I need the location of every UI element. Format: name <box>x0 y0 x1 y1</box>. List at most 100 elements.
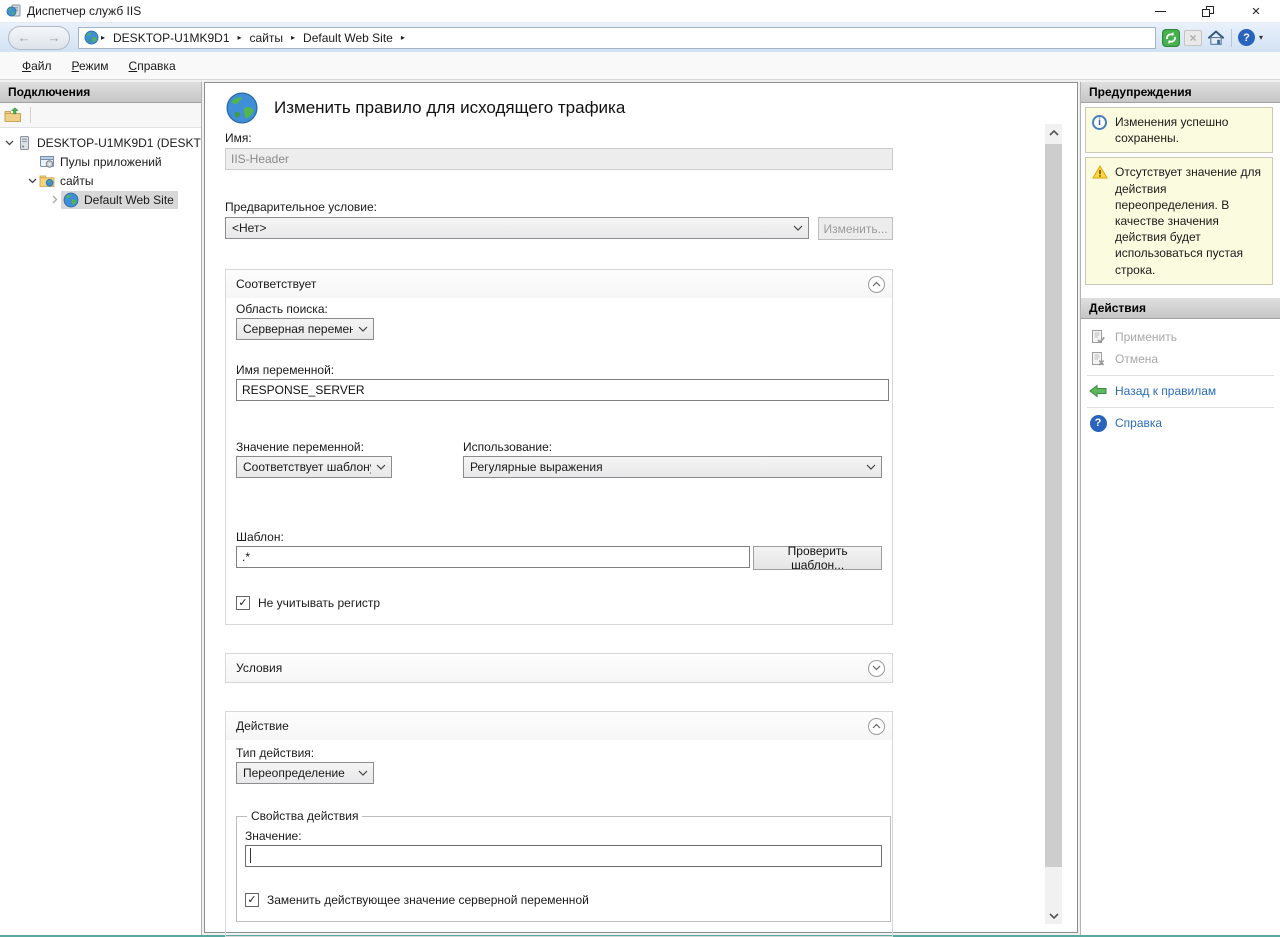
pattern-field[interactable] <box>236 546 750 568</box>
address-bar: ← → ▸ DESKTOP-U1MK9D1 ▸ сайты ▸ Default … <box>0 22 1280 52</box>
ignore-case-checkbox[interactable]: ✓ <box>236 596 250 610</box>
replace-value-label: Заменить действующее значение серверной … <box>267 893 589 907</box>
action-value-field[interactable] <box>245 845 882 867</box>
scope-select[interactable]: Серверная переменн <box>236 318 374 340</box>
home-button[interactable] <box>1206 28 1225 47</box>
scroll-up-button[interactable] <box>1045 124 1062 141</box>
precondition-select[interactable]: <Нет> <box>225 217 809 239</box>
breadcrumb-separator-icon: ▸ <box>289 33 297 42</box>
text-caret <box>250 848 251 863</box>
conditions-section: Условия <box>225 653 893 683</box>
chevron-down-icon[interactable] <box>3 140 16 146</box>
back-to-rules-link[interactable]: Назад к правилам <box>1087 381 1274 402</box>
rule-name-field[interactable] <box>225 148 893 170</box>
title-bar: Диспетчер служб IIS × <box>0 0 1280 22</box>
ignore-case-label: Не учитывать регистр <box>258 596 380 610</box>
save-connection-button[interactable] <box>4 107 23 124</box>
chevron-right-icon[interactable] <box>48 195 61 204</box>
alert-info: i Изменения успешно сохранены. <box>1085 107 1273 153</box>
tree-item-default-web-site[interactable]: Default Web Site <box>0 190 201 209</box>
connections-toolbar <box>0 103 201 128</box>
precondition-label: Предварительное условие: <box>225 200 1077 214</box>
tree-item-server[interactable]: DESKTOP-U1MK9D1 (DESKTOP <box>0 133 201 152</box>
help-icon: ? <box>1089 415 1107 432</box>
toolbar-divider <box>1231 29 1232 47</box>
menu-item-help[interactable]: Справка <box>119 55 186 77</box>
using-select[interactable]: Регулярные выражения <box>463 456 882 478</box>
chevron-down-icon <box>371 464 391 470</box>
tree-item-app-pools[interactable]: Пулы приложений <box>0 152 201 171</box>
application-pools-icon <box>39 154 55 170</box>
collapse-up-icon[interactable] <box>868 718 885 735</box>
menu-item-file[interactable]: Файл <box>12 55 62 77</box>
breadcrumb-separator-icon: ▸ <box>99 33 107 42</box>
server-icon <box>16 135 32 151</box>
replace-value-checkbox[interactable]: ✓ <box>245 893 259 907</box>
match-section-title: Соответствует <box>236 277 316 291</box>
action-section-title: Действие <box>236 719 289 733</box>
sites-folder-icon <box>39 173 55 189</box>
using-label: Использование: <box>463 440 552 454</box>
help-menu-caret-icon[interactable]: ▾ <box>1259 33 1263 42</box>
alert-text: Изменения успешно сохранены. <box>1115 114 1267 146</box>
info-icon: i <box>1092 114 1109 146</box>
connections-header: Подключения <box>0 82 201 103</box>
chevron-down-icon[interactable] <box>26 178 39 184</box>
help-link[interactable]: ? Справка <box>1087 413 1274 434</box>
connections-sidebar: Подключения <box>0 82 202 935</box>
chevron-down-icon <box>353 770 373 776</box>
help-button[interactable]: ? <box>1238 29 1255 46</box>
breadcrumb-item-site[interactable]: Default Web Site <box>297 31 399 45</box>
breadcrumb[interactable]: ▸ DESKTOP-U1MK9D1 ▸ сайты ▸ Default Web … <box>78 27 1156 49</box>
test-pattern-button[interactable]: Проверить шаблон... <box>753 546 882 570</box>
variable-name-field[interactable] <box>236 379 889 401</box>
forward-button[interactable]: → <box>44 30 64 45</box>
minimize-icon <box>1155 11 1166 12</box>
scroll-down-button[interactable] <box>1045 907 1062 924</box>
variable-value-select[interactable]: Соответствует шаблону <box>236 456 392 478</box>
site-globe-icon <box>84 30 99 45</box>
pattern-label: Шаблон: <box>236 530 882 544</box>
divider <box>1087 375 1274 376</box>
connections-tree: DESKTOP-U1MK9D1 (DESKTOP Пулы приложений <box>0 128 201 209</box>
chevron-down-icon <box>353 326 373 332</box>
tree-item-label: сайты <box>60 174 94 188</box>
actions-list: Применить Отмена <box>1081 319 1280 434</box>
breadcrumb-item-server[interactable]: DESKTOP-U1MK9D1 <box>107 31 235 45</box>
edit-precondition-button[interactable]: Изменить... <box>818 217 893 240</box>
warning-icon <box>1092 164 1109 277</box>
cancel-button[interactable]: Отмена <box>1087 349 1274 370</box>
stop-button[interactable]: × <box>1184 30 1202 46</box>
restore-icon <box>1202 6 1214 17</box>
feature-content: Изменить правило для исходящего трафика … <box>204 82 1078 933</box>
action-properties-legend: Свойства действия <box>247 809 362 823</box>
minimize-button[interactable] <box>1136 0 1184 22</box>
collapse-up-icon[interactable] <box>868 276 885 293</box>
restore-button[interactable] <box>1184 0 1232 22</box>
scrollbar-thumb[interactable] <box>1045 144 1062 867</box>
close-button[interactable]: × <box>1232 0 1280 22</box>
selected-tree-item: Default Web Site <box>61 191 178 209</box>
address-bar-actions: × ? ▾ <box>1161 28 1263 47</box>
actions-header: Действия <box>1081 298 1280 319</box>
page-globe-icon <box>225 91 259 125</box>
content-scrollbar[interactable] <box>1045 124 1062 924</box>
tree-item-label: DESKTOP-U1MK9D1 (DESKTOP <box>37 136 201 150</box>
collapse-down-icon[interactable] <box>868 660 885 677</box>
breadcrumb-separator-icon: ▸ <box>399 33 407 42</box>
back-button[interactable]: ← <box>14 30 34 45</box>
site-globe-icon <box>63 192 79 208</box>
menu-item-view[interactable]: Режим <box>62 55 119 77</box>
chevron-down-icon <box>861 464 881 470</box>
action-properties-group: Свойства действия Значение: ✓ Заменить д… <box>236 809 891 922</box>
refresh-button[interactable] <box>1161 28 1180 47</box>
conditions-section-title: Условия <box>236 661 282 675</box>
breadcrumb-item-sites[interactable]: сайты <box>244 31 290 45</box>
action-value-label: Значение: <box>245 829 882 843</box>
action-type-select[interactable]: Переопределение <box>236 762 374 784</box>
tree-item-sites[interactable]: сайты <box>0 171 201 190</box>
alert-text: Отсутствует значение для действия переоп… <box>1115 164 1267 277</box>
chevron-down-icon <box>788 225 808 231</box>
name-label: Имя: <box>225 131 1077 145</box>
apply-button[interactable]: Применить <box>1087 327 1274 348</box>
